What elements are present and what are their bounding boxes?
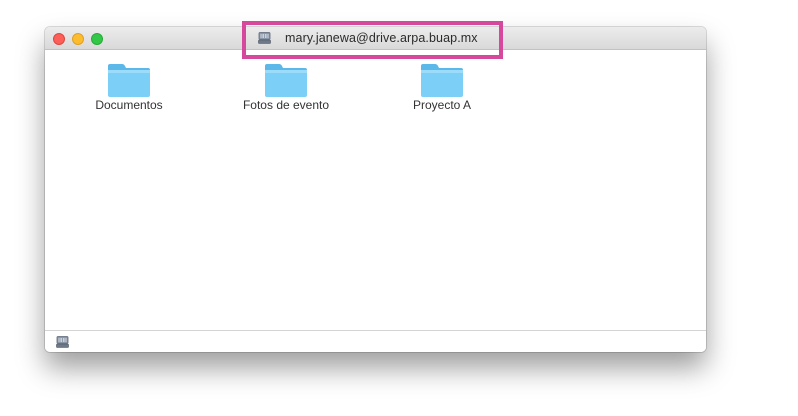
network-drive-icon — [56, 336, 69, 348]
folder-item-documentos[interactable]: Documentos — [59, 58, 199, 112]
folder-item-fotos-de-evento[interactable]: Fotos de evento — [216, 58, 356, 112]
folder-icon — [421, 64, 463, 97]
folder-view: Documentos Fotos de evento Proyecto A — [45, 50, 706, 330]
folder-label: Fotos de evento — [242, 98, 330, 112]
desktop-background: mary.janewa@drive.arpa.buap.mx Documento… — [0, 0, 798, 416]
minimize-window-button[interactable] — [72, 33, 84, 45]
folder-icon — [265, 64, 307, 97]
folder-item-proyecto-a[interactable]: Proyecto A — [372, 58, 512, 112]
status-bar — [45, 330, 706, 352]
finder-window: mary.janewa@drive.arpa.buap.mx Documento… — [45, 27, 706, 352]
folder-icon — [108, 64, 150, 97]
zoom-window-button[interactable] — [91, 33, 103, 45]
folder-label: Proyecto A — [412, 98, 472, 112]
close-window-button[interactable] — [53, 33, 65, 45]
title-highlight-box — [242, 21, 503, 59]
folder-label: Documentos — [95, 98, 163, 112]
